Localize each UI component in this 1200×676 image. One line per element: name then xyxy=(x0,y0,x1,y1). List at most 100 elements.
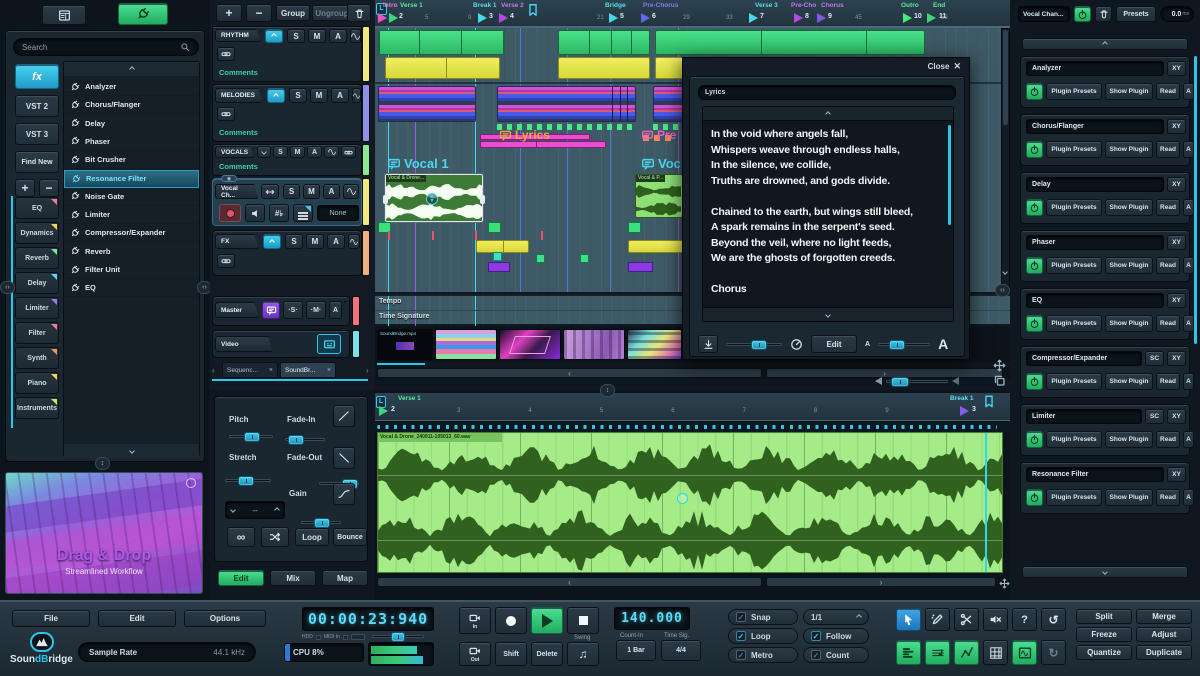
collapse-button[interactable] xyxy=(265,29,283,43)
rack-scrollbar[interactable] xyxy=(1194,56,1197,344)
read-button[interactable]: Read xyxy=(1156,315,1180,332)
plugin-item[interactable]: Noise Gate xyxy=(64,188,199,206)
clip-vocal-selected[interactable]: Vocal & Drone... ▲▼ xyxy=(385,174,483,222)
options-menu-button[interactable] xyxy=(293,204,313,222)
lyrics-title-field[interactable]: Lyrics xyxy=(698,85,956,100)
tab-fx[interactable]: fx xyxy=(15,64,59,89)
file-menu[interactable]: File xyxy=(12,610,90,627)
plugin-name-field[interactable]: Limiter xyxy=(1026,409,1142,424)
shift-button[interactable]: Shift xyxy=(495,642,527,666)
sampler-button[interactable] xyxy=(1012,640,1037,665)
track-name[interactable]: MELODIES xyxy=(215,88,263,103)
splitter-handle[interactable]: ↕ xyxy=(600,384,615,397)
wave-clip[interactable]: Vocal & Drone_240911-105013_60.wav xyxy=(377,432,1003,573)
clip-edge-handle[interactable] xyxy=(383,195,388,204)
master-mute-button[interactable]: ·M· xyxy=(306,301,326,319)
timeline-ruler[interactable]: L IntroVerse 12Break 13Verse 24Bridge5Pr… xyxy=(375,0,1010,28)
fade-in-button[interactable] xyxy=(333,405,355,427)
timeline-marker-triangle[interactable] xyxy=(749,13,758,23)
plugin-browser-button[interactable] xyxy=(118,3,168,25)
plugin-name-field[interactable]: Delay xyxy=(1026,177,1164,192)
doc-tab-soundbridge[interactable]: SoundBr...× xyxy=(280,362,336,378)
quantize-button[interactable]: Quantize xyxy=(1076,645,1132,660)
sidechain-button[interactable]: SC xyxy=(1145,409,1164,424)
bookmark-flag-icon[interactable] xyxy=(526,2,540,18)
loop-button[interactable]: Loop xyxy=(295,528,329,546)
remove-category-button[interactable]: − xyxy=(39,179,59,197)
plugin-item[interactable]: Resonance Filter xyxy=(64,170,199,188)
meter-slider[interactable] xyxy=(372,635,424,638)
punch-in-button[interactable]: In xyxy=(459,607,491,634)
tempo-display[interactable]: 140.000 xyxy=(614,607,690,630)
collapse-button[interactable] xyxy=(257,146,271,158)
clip-fx-tick[interactable] xyxy=(541,231,543,240)
show-plugin-button[interactable]: Show Plugin xyxy=(1105,83,1153,100)
merge-button[interactable]: Merge xyxy=(1136,609,1192,624)
gain-slider[interactable] xyxy=(301,521,341,524)
freeze-button[interactable]: Freeze xyxy=(1076,627,1132,642)
plugin-presets-button[interactable]: Plugin Presets xyxy=(1046,315,1102,332)
track-rhythm[interactable]: RHYTHM S M A Comments xyxy=(212,26,362,82)
wave-button[interactable] xyxy=(352,88,361,103)
plugin-item[interactable]: Chorus/Flanger xyxy=(64,96,199,114)
record-arm-button[interactable] xyxy=(219,204,241,222)
timeline-marker-label[interactable]: End xyxy=(933,2,945,9)
lyrics-text[interactable]: In the void where angels fall, Whispers … xyxy=(711,127,913,298)
loop-toggle[interactable]: ✓Loop xyxy=(728,628,798,644)
timeline-marker-triangle[interactable] xyxy=(478,13,487,23)
clip-fx-tick[interactable] xyxy=(388,231,390,240)
category-eq[interactable]: EQ xyxy=(15,197,59,219)
clip-rhythm-green[interactable] xyxy=(558,30,650,55)
wave-ruler[interactable]: L Verse 1 2 3456789 Break 1 3 xyxy=(375,393,1010,421)
xy-button[interactable]: XY xyxy=(1167,467,1186,482)
plugin-presets-button[interactable]: Plugin Presets xyxy=(1046,83,1102,100)
mute-button[interactable]: M xyxy=(306,234,324,249)
plugin-name-field[interactable]: Phaser xyxy=(1026,235,1164,250)
plugin-name-field[interactable]: Analyzer xyxy=(1026,61,1164,76)
plugin-item[interactable]: Bit Crusher xyxy=(64,151,199,169)
wave-button[interactable] xyxy=(343,184,359,199)
copy-tool-icon[interactable] xyxy=(993,374,1006,392)
master-automation-button[interactable]: A xyxy=(329,301,342,319)
timeline-marker-triangle[interactable] xyxy=(499,13,508,23)
loop-toggle-button[interactable]: ∞ xyxy=(227,527,255,547)
solo-button[interactable]: S xyxy=(287,29,305,43)
monitor-speaker-button[interactable] xyxy=(245,204,265,222)
wave-end-marker-label[interactable]: Break 1 xyxy=(950,395,974,402)
draw-tool[interactable] xyxy=(925,608,950,631)
follow-toggle[interactable]: ✓Follow xyxy=(803,628,869,644)
read-button[interactable]: Read xyxy=(1156,257,1180,274)
clip-fx[interactable] xyxy=(536,254,545,263)
track-vocal-channel-selected[interactable]: ◉ Vocal Ch... S M A #♭ None xyxy=(212,178,362,226)
automation-button[interactable]: A xyxy=(331,88,349,103)
metronome-note-button[interactable]: ♫ xyxy=(567,642,599,666)
master-comment-button[interactable] xyxy=(262,301,280,319)
link-button[interactable] xyxy=(341,146,356,158)
edit-lyrics-button[interactable]: Edit xyxy=(811,335,857,353)
scroll-speed-slider[interactable] xyxy=(726,343,782,346)
timeline-marker-triangle[interactable] xyxy=(389,13,398,23)
add-track-button[interactable]: + xyxy=(216,4,242,22)
wave-marker-label[interactable]: Verse 1 xyxy=(398,395,421,402)
track-name[interactable]: Vocal Ch... xyxy=(215,184,259,199)
automation-button[interactable]: A xyxy=(329,29,347,43)
xy-button[interactable]: XY xyxy=(1167,409,1186,424)
tabs-scroll-right[interactable]: › xyxy=(366,363,374,378)
timeline-marker-triangle[interactable] xyxy=(927,13,936,23)
timeline-marker-triangle[interactable] xyxy=(794,13,803,23)
wave-button[interactable] xyxy=(350,29,361,43)
score-view-button[interactable] xyxy=(925,640,950,665)
plugin-presets-button[interactable]: Plugin Presets xyxy=(1046,431,1102,448)
plugin-power-button[interactable] xyxy=(1026,199,1043,216)
automation-a-button[interactable]: A xyxy=(1183,141,1194,158)
plugin-list-scroll-up[interactable] xyxy=(64,62,199,76)
show-plugin-button[interactable]: Show Plugin xyxy=(1105,431,1153,448)
plugin-presets-button[interactable]: Plugin Presets xyxy=(1046,257,1102,274)
automation-a-button[interactable]: A xyxy=(1183,373,1194,390)
show-plugin-button[interactable]: Show Plugin xyxy=(1105,373,1153,390)
clip-melody-pattern[interactable] xyxy=(497,86,636,122)
clip-rhythm-yellow[interactable] xyxy=(385,57,500,79)
plugin-item[interactable]: Analyzer xyxy=(64,78,199,96)
wave-button[interactable] xyxy=(324,146,339,158)
timeline-marker-label[interactable]: Outro xyxy=(901,2,919,9)
